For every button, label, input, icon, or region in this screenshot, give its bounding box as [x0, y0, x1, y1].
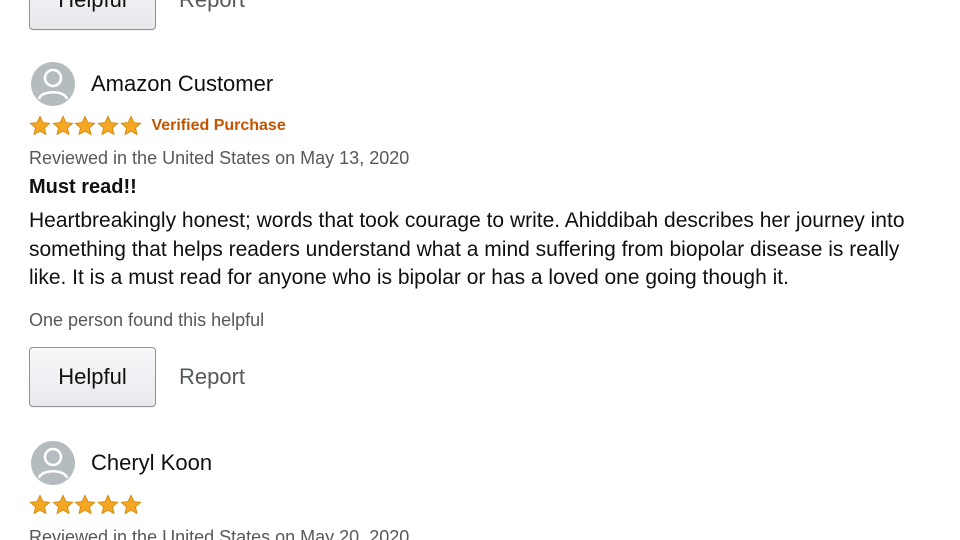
- review-date: Reviewed in the United States on May 13,…: [29, 148, 410, 168]
- star-filled-icon: [74, 494, 97, 515]
- star-rating[interactable]: [29, 115, 142, 137]
- star-filled-icon: [29, 494, 51, 515]
- review-body: Heartbreakingly honest; words that took …: [29, 209, 905, 289]
- default-profile-avatar-icon: [31, 441, 75, 485]
- previous-review-actions: Helpful Report: [29, 0, 245, 30]
- review-title: Must read!!: [29, 176, 137, 198]
- helpful-button[interactable]: Helpful: [29, 0, 156, 30]
- default-profile-avatar-icon: [31, 62, 75, 106]
- rating-row: [29, 491, 929, 519]
- review-profile[interactable]: Cheryl Koon: [29, 440, 929, 486]
- review-actions: Helpful Report: [29, 346, 929, 407]
- review-date: Reviewed in the United States on May 20,…: [29, 527, 410, 540]
- star-filled-icon: [120, 494, 142, 515]
- rating-row: Verified Purchase: [29, 112, 929, 140]
- profile-name[interactable]: Cheryl Koon: [91, 450, 212, 476]
- helpful-count: One person found this helpful: [29, 309, 265, 330]
- review-card: Amazon Customer Verified Purchase Review…: [29, 61, 929, 407]
- review-card: Cheryl Koon Reviewed in the United State…: [29, 440, 929, 540]
- report-link[interactable]: Report: [179, 364, 245, 390]
- profile-name[interactable]: Amazon Customer: [91, 71, 273, 97]
- report-link[interactable]: Report: [179, 0, 245, 13]
- verified-purchase-badge[interactable]: Verified Purchase: [151, 117, 285, 135]
- star-rating[interactable]: [29, 494, 142, 516]
- star-filled-icon: [97, 494, 119, 515]
- star-filled-icon: [97, 115, 119, 136]
- helpful-button[interactable]: Helpful: [29, 346, 156, 407]
- star-filled-icon: [120, 115, 142, 136]
- star-filled-icon: [51, 115, 74, 136]
- reviews-page: Helpful Report Amazon Customer Veri: [0, 0, 960, 540]
- review-profile[interactable]: Amazon Customer: [29, 61, 929, 107]
- star-filled-icon: [74, 115, 97, 136]
- star-filled-icon: [29, 115, 51, 136]
- star-filled-icon: [51, 494, 74, 515]
